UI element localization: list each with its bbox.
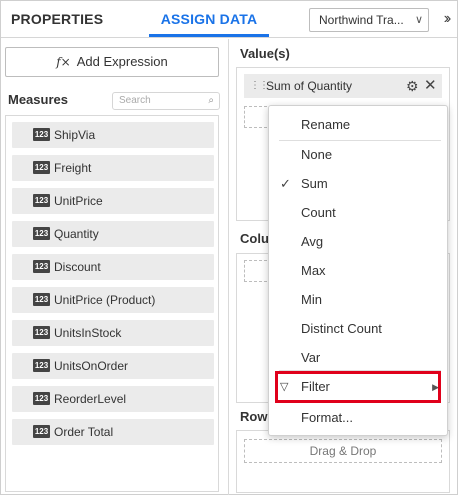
columns-heading: Colu xyxy=(240,231,269,246)
numeric-icon: 123 xyxy=(33,194,50,207)
measures-pane: f× Add Expression Measures Search ⌕ 123 Sh… xyxy=(1,39,229,495)
menu-item-max[interactable]: Max xyxy=(269,257,447,285)
numeric-icon: 123 xyxy=(33,227,50,240)
numeric-icon: 123 xyxy=(33,161,50,174)
filter-highlight-box xyxy=(275,371,441,403)
tab-assign-data[interactable]: ASSIGN DATA xyxy=(149,1,269,37)
list-item-label: ReorderLevel xyxy=(54,392,127,406)
list-item-label: UnitsOnOrder xyxy=(54,359,129,373)
numeric-icon: 123 xyxy=(33,425,50,438)
list-item[interactable]: 123 Order Total xyxy=(12,419,214,445)
menu-item-distinct-count[interactable]: Distinct Count xyxy=(269,315,447,343)
rows-drop-target[interactable]: Drag & Drop xyxy=(244,439,442,463)
menu-item-var[interactable]: Var xyxy=(269,344,447,372)
list-item-label: Order Total xyxy=(54,425,114,439)
numeric-icon: 123 xyxy=(33,260,50,273)
measure-list: 123 ShipVia 123 Freight 123 UnitPrice 123 Qu… xyxy=(5,115,219,492)
search-input[interactable]: Search ⌕ xyxy=(112,92,220,110)
list-item-label: ShipVia xyxy=(54,128,96,142)
list-item[interactable]: 123 Discount xyxy=(12,254,214,280)
menu-item-min[interactable]: Min xyxy=(269,286,447,314)
measures-heading: Measures xyxy=(8,92,68,107)
list-item[interactable]: 123 Freight xyxy=(12,155,214,181)
tab-properties[interactable]: PROPERTIES xyxy=(11,1,103,37)
menu-item-count[interactable]: Count xyxy=(269,199,447,227)
list-item[interactable]: 123 UnitsOnOrder xyxy=(12,353,214,379)
menu-item-sum-label: Sum xyxy=(301,176,328,191)
value-field-item[interactable]: ⋮⋮ Sum of Quantity ⚙ ✕ xyxy=(244,74,442,98)
menu-item-format[interactable]: Format... xyxy=(269,404,447,432)
list-item[interactable]: 123 Quantity xyxy=(12,221,214,247)
gear-icon[interactable]: ⚙ xyxy=(406,74,419,98)
menu-item-avg[interactable]: Avg xyxy=(269,228,447,256)
menu-item-sum[interactable]: ✓ Sum xyxy=(269,170,447,198)
menu-item-rename[interactable]: Rename xyxy=(269,111,447,139)
menu-item-none[interactable]: None xyxy=(269,141,447,169)
drag-handle-icon[interactable]: ⋮⋮ xyxy=(250,74,269,98)
aggregation-context-menu: Rename None ✓ Sum Count Avg Max Min Dist… xyxy=(268,105,448,436)
rows-drop-zone[interactable]: Drag & Drop xyxy=(236,430,450,493)
datasource-selected: Northwind Tra... xyxy=(319,13,404,27)
panel-header: PROPERTIES ASSIGN DATA Northwind Tra... … xyxy=(1,1,457,38)
numeric-icon: 123 xyxy=(33,359,50,372)
list-item[interactable]: 123 UnitsInStock xyxy=(12,320,214,346)
search-placeholder: Search xyxy=(119,95,151,106)
list-item-label: Discount xyxy=(54,260,101,274)
numeric-icon: 123 xyxy=(33,128,50,141)
chevron-down-icon: ∨ xyxy=(414,14,423,26)
double-chevron-right-icon[interactable]: ›› xyxy=(437,7,455,31)
close-icon[interactable]: ✕ xyxy=(424,74,437,98)
datasource-dropdown[interactable]: Northwind Tra... ∨ xyxy=(309,8,429,32)
values-heading: Value(s) xyxy=(240,46,290,61)
checkmark-icon: ✓ xyxy=(280,176,291,191)
rows-heading: Row xyxy=(240,409,268,424)
numeric-icon: 123 xyxy=(33,392,50,405)
list-item-label: UnitPrice (Product) xyxy=(54,293,156,307)
list-item[interactable]: 123 UnitPrice xyxy=(12,188,214,214)
add-expression-label: Add Expression xyxy=(76,54,168,69)
search-icon: ⌕ xyxy=(208,95,214,106)
list-item-label: Quantity xyxy=(54,227,99,241)
list-item-label: UnitPrice xyxy=(54,194,103,208)
numeric-icon: 123 xyxy=(33,326,50,339)
numeric-icon: 123 xyxy=(33,293,50,306)
list-item[interactable]: 123 UnitPrice (Product) xyxy=(12,287,214,313)
function-icon: f× xyxy=(56,55,71,69)
add-expression-button[interactable]: f× Add Expression xyxy=(5,47,219,77)
value-field-label: Sum of Quantity xyxy=(266,79,353,93)
list-item-label: UnitsInStock xyxy=(54,326,122,340)
properties-panel: PROPERTIES ASSIGN DATA Northwind Tra... … xyxy=(0,0,458,495)
list-item[interactable]: 123 ShipVia xyxy=(12,122,214,148)
list-item-label: Freight xyxy=(54,161,92,175)
list-item[interactable]: 123 ReorderLevel xyxy=(12,386,214,412)
